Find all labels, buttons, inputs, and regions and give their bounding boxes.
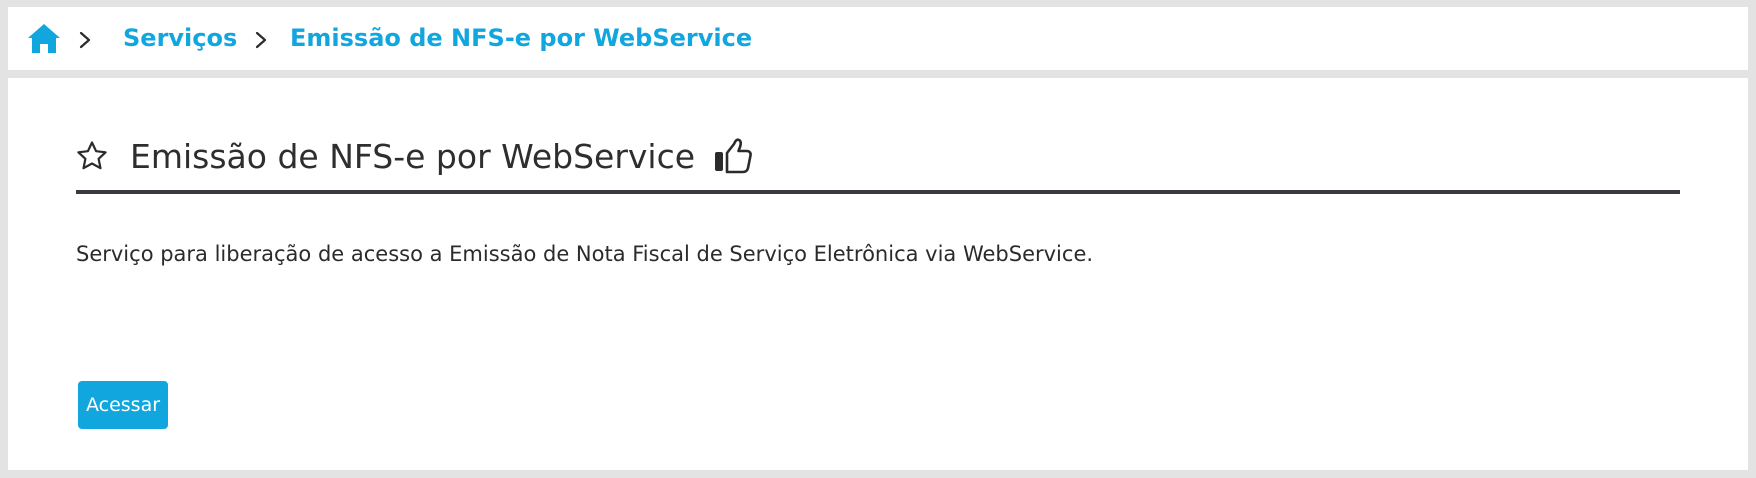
thumbs-up-icon[interactable] [713,136,753,176]
star-outline-icon[interactable] [76,140,108,172]
chevron-right-icon [79,31,91,49]
page-title: Emissão de NFS-e por WebService [130,136,696,176]
breadcrumb-item-servicos[interactable]: Serviços [123,7,237,70]
access-button[interactable]: Acessar [78,381,168,429]
breadcrumb-item-current[interactable]: Emissão de NFS-e por WebService [290,7,752,70]
title-divider [76,190,1680,194]
service-panel: Emissão de NFS-e por WebService Serviço … [8,78,1748,470]
home-icon[interactable] [27,23,61,54]
breadcrumb: Serviços Emissão de NFS-e por WebService [8,7,1748,70]
service-header: Emissão de NFS-e por WebService [76,128,753,184]
service-description: Serviço para liberação de acesso a Emiss… [76,242,1094,266]
chevron-right-icon [255,31,267,49]
